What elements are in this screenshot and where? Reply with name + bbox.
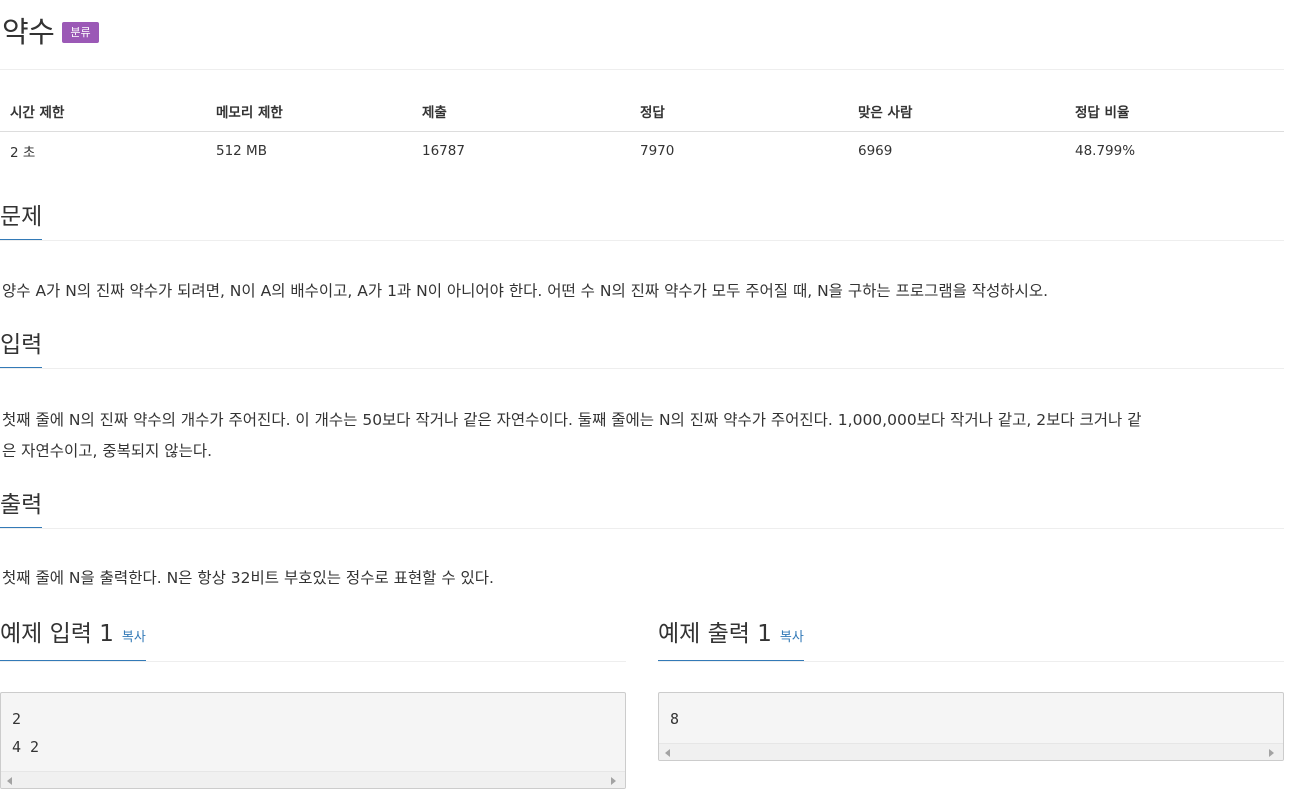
description-text: 양수 A가 N의 진짜 약수가 되려면, N이 A의 배수이고, A가 1과 N… [2, 282, 1049, 300]
input-section-header: 입력 [0, 331, 1284, 369]
description-section-header: 문제 [0, 203, 1284, 241]
problem-info-table: 시간 제한 메모리 제한 제출 정답 맞은 사람 정답 비율 2 초 512 M… [0, 92, 1284, 171]
sample-input-header: 예제 입력 1 복사 [0, 620, 626, 662]
info-header-row: 시간 제한 메모리 제한 제출 정답 맞은 사람 정답 비율 [0, 92, 1284, 132]
value-time-limit: 2 초 [10, 145, 36, 162]
page-title: 약수 [2, 15, 55, 49]
scroll-left-arrow-icon[interactable] [665, 749, 670, 757]
scroll-left-arrow-icon[interactable] [7, 777, 12, 785]
sample-output-content[interactable]: 8 [659, 693, 1283, 733]
input-text-line-2: 은 자연수이고, 중복되지 않는다. [2, 442, 213, 460]
sample-output-header: 예제 출력 1 복사 [658, 620, 1284, 662]
value-submissions: 16787 [422, 143, 465, 160]
sample-input-heading: 예제 입력 1 [0, 621, 114, 647]
header-solvers: 맞은 사람 [848, 92, 1065, 132]
category-badge[interactable]: 분류 [62, 21, 99, 43]
output-heading: 출력 [0, 491, 43, 529]
value-accepted: 7970 [640, 143, 675, 160]
header-time-limit: 시간 제한 [0, 92, 206, 132]
value-solvers: 6969 [858, 143, 893, 160]
sample-input-scrollbar[interactable] [1, 771, 625, 788]
input-heading: 입력 [0, 331, 43, 369]
problem-header: 약수 분류 [2, 8, 99, 52]
scroll-right-arrow-icon[interactable] [611, 777, 616, 785]
copy-sample-output-button[interactable]: 복사 [780, 630, 804, 647]
sample-output-heading: 예제 출력 1 [658, 621, 772, 647]
sample-input-content[interactable]: 2 4 2 [1, 693, 625, 761]
header-memory-limit: 메모리 제한 [206, 92, 412, 132]
scroll-right-arrow-icon[interactable] [1269, 749, 1274, 757]
sample-input-box[interactable]: 2 4 2 [0, 692, 626, 789]
header-submissions: 제출 [412, 92, 630, 132]
title-divider [0, 69, 1284, 70]
output-section-header: 출력 [0, 491, 1284, 529]
sample-output-box[interactable]: 8 [658, 692, 1284, 761]
sample-output-scrollbar[interactable] [659, 743, 1283, 760]
info-value-row: 2 초 512 MB 16787 7970 6969 48.799% [0, 131, 1284, 171]
input-text-line-1: 첫째 줄에 N의 진짜 약수의 개수가 주어진다. 이 개수는 50보다 작거나… [2, 411, 1142, 429]
output-text: 첫째 줄에 N을 출력한다. N은 항상 32비트 부호있는 정수로 표현할 수… [2, 569, 494, 587]
input-text: 첫째 줄에 N의 진짜 약수의 개수가 주어진다. 이 개수는 50보다 작거나… [2, 405, 1286, 467]
value-memory-limit: 512 MB [216, 143, 267, 160]
value-accept-ratio: 48.799% [1075, 143, 1136, 160]
copy-sample-input-button[interactable]: 복사 [122, 630, 146, 647]
header-accepted: 정답 [630, 92, 848, 132]
header-accept-ratio: 정답 비율 [1065, 92, 1284, 132]
description-heading: 문제 [0, 203, 43, 241]
